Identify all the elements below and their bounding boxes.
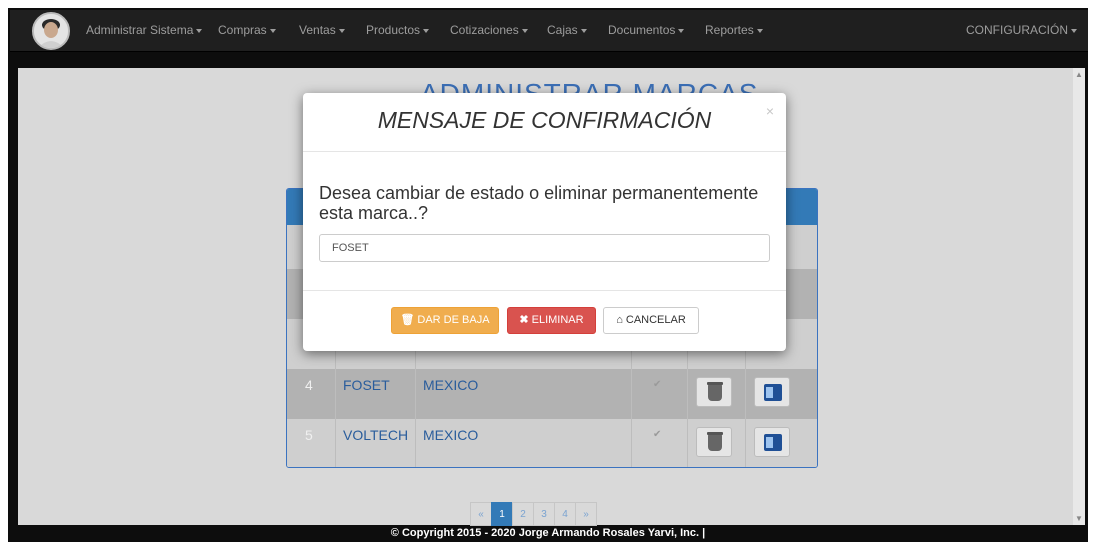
top-navbar: Administrar Sistema Compras Ventas Produ… — [10, 10, 1088, 52]
nav-label: Cajas — [547, 23, 578, 37]
trash-icon: 🗑 — [400, 314, 415, 326]
nav-label: CONFIGURACIÓN — [966, 23, 1068, 37]
brand-name-input[interactable] — [319, 234, 770, 262]
caret-down-icon — [338, 28, 345, 33]
close-icon[interactable]: × — [766, 103, 774, 119]
modal-title: MENSAJE DE CONFIRMACIÓN — [377, 107, 712, 133]
modal-question-text: Desea cambiar de estado o eliminar perma… — [319, 183, 759, 223]
button-label: ELIMINAR — [531, 314, 584, 326]
nav-configuracion[interactable]: CONFIGURACIÓN — [966, 23, 1077, 37]
caret-down-icon — [678, 28, 685, 33]
dar-de-baja-button[interactable]: 🗑 DAR DE BAJA — [391, 307, 499, 334]
footer-copyright: © Copyright 2015 - 2020 Jorge Armando Ro… — [390, 527, 706, 539]
caret-down-icon — [756, 28, 763, 33]
nav-productos[interactable]: Productos — [366, 23, 430, 37]
nav-label: Reportes — [705, 23, 754, 37]
caret-down-icon — [423, 28, 430, 33]
cancelar-button[interactable]: ⌂ CANCELAR — [603, 307, 699, 334]
nav-administrar-sistema[interactable]: Administrar Sistema — [86, 23, 203, 37]
nav-label: Compras — [218, 23, 267, 37]
modal-divider — [303, 290, 786, 291]
caret-down-icon — [269, 28, 276, 33]
caret-down-icon — [196, 28, 203, 33]
nav-documentos[interactable]: Documentos — [608, 23, 685, 37]
caret-down-icon — [521, 28, 528, 33]
nav-cotizaciones[interactable]: Cotizaciones — [450, 23, 528, 37]
caret-down-icon — [580, 28, 587, 33]
modal-divider — [303, 151, 786, 152]
nav-label: Documentos — [608, 23, 676, 37]
nav-reportes[interactable]: Reportes — [705, 23, 763, 37]
nav-compras[interactable]: Compras — [218, 23, 276, 37]
eliminar-button[interactable]: ✖ ELIMINAR — [507, 307, 596, 334]
user-avatar[interactable] — [32, 12, 70, 50]
nav-label: Cotizaciones — [450, 23, 519, 37]
home-icon: ⌂ — [616, 314, 623, 326]
nav-label: Ventas — [299, 23, 336, 37]
button-label: CANCELAR — [625, 314, 686, 326]
scroll-up-arrow-icon[interactable]: ▲ — [1075, 70, 1083, 79]
caret-down-icon — [1071, 28, 1077, 33]
button-label: DAR DE BAJA — [417, 314, 490, 326]
nav-label: Productos — [366, 23, 421, 37]
nav-label: Administrar Sistema — [86, 23, 194, 37]
scroll-down-arrow-icon[interactable]: ▼ — [1075, 514, 1083, 523]
confirmation-modal: MENSAJE DE CONFIRMACIÓN × Desea cambiar … — [303, 93, 786, 351]
nav-ventas[interactable]: Ventas — [299, 23, 345, 37]
avatar-icon — [34, 14, 68, 48]
x-icon: ✖ — [519, 314, 529, 326]
vertical-scrollbar[interactable] — [1073, 68, 1085, 525]
nav-cajas[interactable]: Cajas — [547, 23, 587, 37]
